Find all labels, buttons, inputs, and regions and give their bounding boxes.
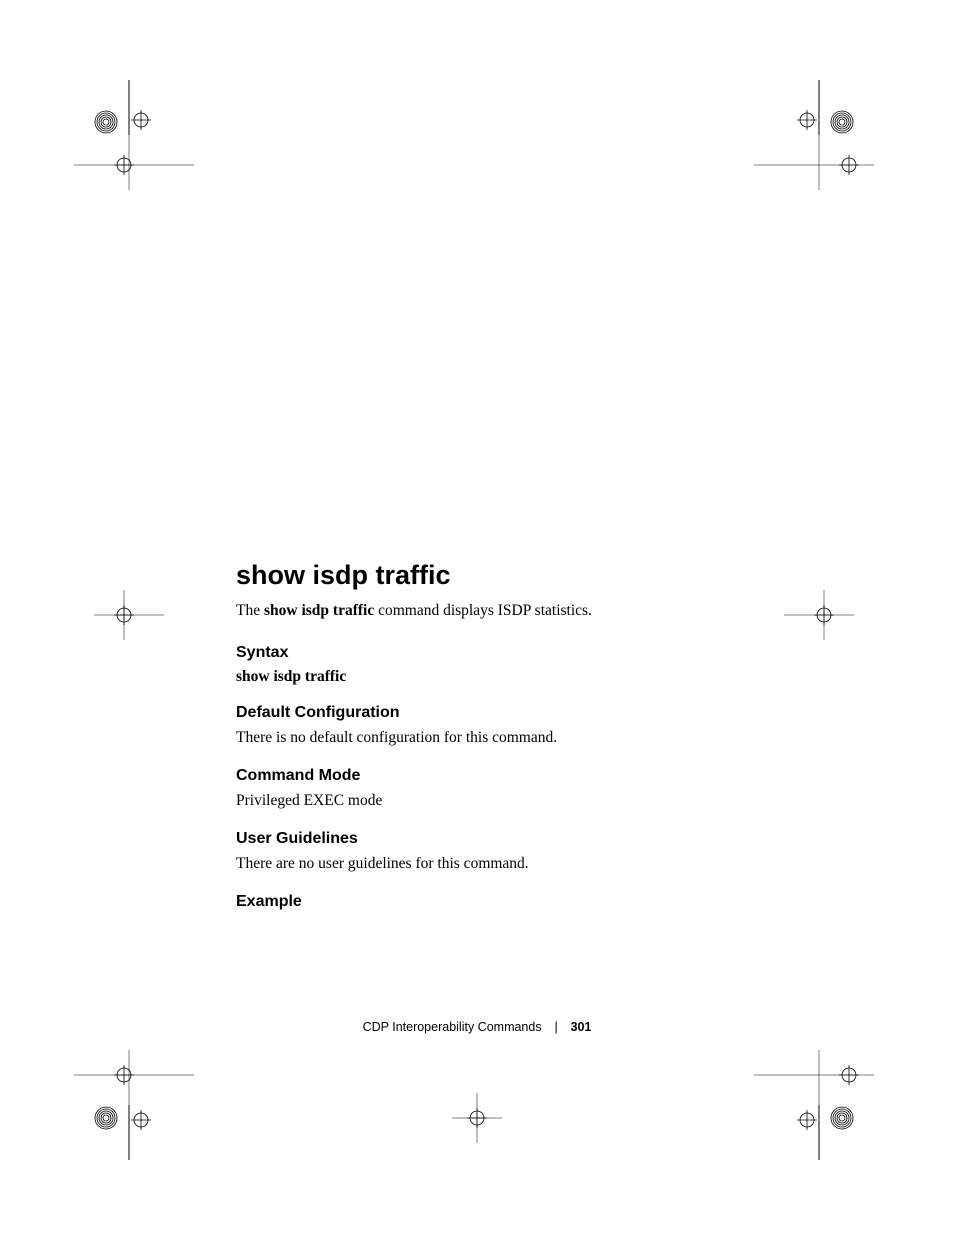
command-description: The show isdp traffic command displays I… xyxy=(236,601,756,622)
crop-mark-mid-right xyxy=(784,590,864,640)
crop-mark-bottom-right xyxy=(754,1050,884,1160)
heading-user-guidelines: User Guidelines xyxy=(236,830,756,848)
desc-prefix: The xyxy=(236,602,264,619)
command-mode-body: Privileged EXEC mode xyxy=(236,791,756,812)
user-guidelines-body: There are no user guidelines for this co… xyxy=(236,854,756,875)
footer-separator: | xyxy=(545,1020,567,1034)
heading-example: Example xyxy=(236,893,756,911)
heading-syntax: Syntax xyxy=(236,644,756,662)
footer-chapter: CDP Interoperability Commands xyxy=(363,1020,542,1034)
desc-bold: show isdp traffic xyxy=(264,602,374,619)
crop-mark-top-right xyxy=(754,80,884,190)
crop-mark-bottom-center xyxy=(452,1093,502,1143)
command-title: show isdp traffic xyxy=(236,560,756,591)
crop-mark-top-left xyxy=(64,80,194,190)
heading-default-config: Default Configuration xyxy=(236,704,756,722)
crop-mark-bottom-left xyxy=(64,1050,194,1160)
desc-suffix: command displays ISDP statistics. xyxy=(374,602,592,619)
syntax-body: show isdp traffic xyxy=(236,668,756,686)
footer-page-number: 301 xyxy=(571,1020,592,1034)
default-config-body: There is no default configuration for th… xyxy=(236,728,756,749)
page-footer: CDP Interoperability Commands | 301 xyxy=(0,1020,954,1034)
heading-command-mode: Command Mode xyxy=(236,767,756,785)
crop-mark-mid-left xyxy=(84,590,164,640)
content-region: show isdp traffic The show isdp traffic … xyxy=(236,560,756,917)
